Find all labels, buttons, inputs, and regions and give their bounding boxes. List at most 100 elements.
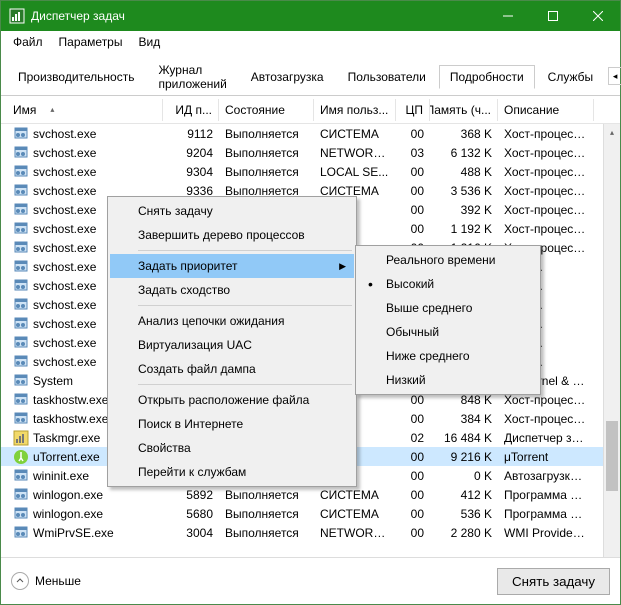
tab-services[interactable]: Службы bbox=[537, 65, 604, 89]
process-icon bbox=[13, 430, 29, 446]
col-name[interactable]: Имя▴ bbox=[7, 99, 163, 121]
fewer-details-button[interactable]: Меньше bbox=[11, 572, 81, 590]
col-cpu[interactable]: ЦП bbox=[396, 99, 430, 121]
ctx-set-priority[interactable]: Задать приоритет▶ bbox=[110, 254, 354, 278]
col-user[interactable]: Имя польз... bbox=[314, 99, 396, 121]
menu-options[interactable]: Параметры bbox=[51, 33, 131, 51]
scroll-thumb[interactable] bbox=[606, 421, 618, 491]
process-icon bbox=[13, 468, 29, 484]
process-icon bbox=[13, 126, 29, 142]
maximize-button[interactable] bbox=[530, 1, 575, 31]
cell-user: NETWORK... bbox=[314, 145, 396, 161]
process-name: svchost.exe bbox=[33, 241, 96, 255]
cell-mem: 6 132 K bbox=[430, 145, 498, 161]
ctx-properties[interactable]: Свойства bbox=[110, 436, 354, 460]
priority-below-normal[interactable]: Ниже среднего bbox=[358, 344, 538, 368]
tab-startup[interactable]: Автозагрузка bbox=[240, 65, 335, 89]
cell-cpu: 00 bbox=[396, 449, 430, 465]
process-name: winlogon.exe bbox=[33, 507, 103, 521]
process-name: WmiPrvSE.exe bbox=[33, 526, 114, 540]
ctx-end-task[interactable]: Снять задачу bbox=[110, 199, 354, 223]
priority-normal[interactable]: Обычный bbox=[358, 320, 538, 344]
bullet-icon: • bbox=[368, 277, 373, 291]
cell-cpu: 00 bbox=[396, 183, 430, 199]
ctx-end-tree[interactable]: Завершить дерево процессов bbox=[110, 223, 354, 247]
process-icon bbox=[13, 259, 29, 275]
table-row[interactable]: svchost.exe9204ВыполняетсяNETWORK...036 … bbox=[1, 143, 620, 162]
process-name: Taskmgr.exe bbox=[33, 431, 100, 445]
cell-state: Выполняется bbox=[219, 487, 314, 503]
scroll-up-icon[interactable]: ▴ bbox=[604, 124, 620, 141]
process-icon bbox=[13, 487, 29, 503]
tab-scroll-left[interactable]: ◂ bbox=[608, 67, 621, 85]
cell-cpu: 00 bbox=[396, 468, 430, 484]
ctx-search-online[interactable]: Поиск в Интернете bbox=[110, 412, 354, 436]
process-name: svchost.exe bbox=[33, 203, 96, 217]
table-row[interactable]: WmiPrvSE.exe3004ВыполняетсяNETWORK...002… bbox=[1, 523, 620, 542]
process-icon bbox=[13, 506, 29, 522]
cell-state: Выполняется bbox=[219, 145, 314, 161]
process-icon bbox=[13, 316, 29, 332]
tab-details[interactable]: Подробности bbox=[439, 65, 535, 89]
table-row[interactable]: winlogon.exe5680ВыполняетсяСИСТЕМА00536 … bbox=[1, 504, 620, 523]
process-icon bbox=[13, 202, 29, 218]
process-name: taskhostw.exe bbox=[33, 393, 108, 407]
vertical-scrollbar[interactable]: ▴ ▾ bbox=[603, 124, 620, 598]
table-row[interactable]: svchost.exe9112ВыполняетсяСИСТЕМА00368 K… bbox=[1, 124, 620, 143]
ctx-create-dump[interactable]: Создать файл дампа bbox=[110, 357, 354, 381]
close-button[interactable] bbox=[575, 1, 620, 31]
ctx-analyze-wait[interactable]: Анализ цепочки ожидания bbox=[110, 309, 354, 333]
cell-mem: 368 K bbox=[430, 126, 498, 142]
process-icon bbox=[13, 297, 29, 313]
priority-high[interactable]: •Высокий bbox=[358, 272, 538, 296]
cell-cpu: 00 bbox=[396, 506, 430, 522]
ctx-set-affinity[interactable]: Задать сходство bbox=[110, 278, 354, 302]
menu-file[interactable]: Файл bbox=[5, 33, 51, 51]
tab-app-history[interactable]: Журнал приложений bbox=[147, 58, 237, 96]
process-icon bbox=[13, 335, 29, 351]
process-name: System bbox=[33, 374, 73, 388]
cell-state: Выполняется bbox=[219, 126, 314, 142]
cell-mem: 2 280 K bbox=[430, 525, 498, 541]
cell-user: NETWORK... bbox=[314, 525, 396, 541]
separator bbox=[138, 250, 352, 251]
col-pid[interactable]: ИД п... bbox=[163, 99, 219, 121]
process-name: svchost.exe bbox=[33, 127, 96, 141]
cell-desc: Автозагрузка п... bbox=[498, 468, 594, 484]
priority-low[interactable]: Низкий bbox=[358, 368, 538, 392]
priority-realtime[interactable]: Реального времени bbox=[358, 248, 538, 272]
process-icon bbox=[13, 392, 29, 408]
ctx-open-location[interactable]: Открыть расположение файла bbox=[110, 388, 354, 412]
process-name: svchost.exe bbox=[33, 165, 96, 179]
process-icon bbox=[13, 449, 29, 465]
process-name: winlogon.exe bbox=[33, 488, 103, 502]
process-icon bbox=[13, 373, 29, 389]
col-state[interactable]: Состояние bbox=[219, 99, 314, 121]
cell-mem: 488 K bbox=[430, 164, 498, 180]
cell-cpu: 00 bbox=[396, 202, 430, 218]
tab-users[interactable]: Пользователи bbox=[337, 65, 437, 89]
cell-mem: 9 216 K bbox=[430, 449, 498, 465]
cell-mem: 412 K bbox=[430, 487, 498, 503]
table-row[interactable]: winlogon.exe5892ВыполняетсяСИСТЕМА00412 … bbox=[1, 485, 620, 504]
cell-cpu: 00 bbox=[396, 487, 430, 503]
ctx-uac-virt[interactable]: Виртуализация UAC bbox=[110, 333, 354, 357]
tab-performance[interactable]: Производительность bbox=[7, 65, 145, 89]
minimize-button[interactable] bbox=[485, 1, 530, 31]
process-icon bbox=[13, 164, 29, 180]
table-row[interactable]: svchost.exe9304ВыполняетсяLOCAL SE...004… bbox=[1, 162, 620, 181]
cell-cpu: 00 bbox=[396, 221, 430, 237]
cell-pid: 5680 bbox=[163, 506, 219, 522]
menu-view[interactable]: Вид bbox=[130, 33, 168, 51]
end-task-button[interactable]: Снять задачу bbox=[497, 568, 610, 595]
footer: Меньше Снять задачу bbox=[1, 557, 620, 604]
priority-above-normal[interactable]: Выше среднего bbox=[358, 296, 538, 320]
ctx-go-services[interactable]: Перейти к службам bbox=[110, 460, 354, 484]
cell-user: СИСТЕМА bbox=[314, 126, 396, 142]
separator bbox=[138, 305, 352, 306]
fewer-details-label: Меньше bbox=[35, 574, 81, 588]
menubar: Файл Параметры Вид bbox=[1, 31, 620, 53]
col-desc[interactable]: Описание bbox=[498, 99, 594, 121]
col-mem[interactable]: Память (ч... bbox=[430, 99, 498, 121]
cell-cpu: 00 bbox=[396, 126, 430, 142]
